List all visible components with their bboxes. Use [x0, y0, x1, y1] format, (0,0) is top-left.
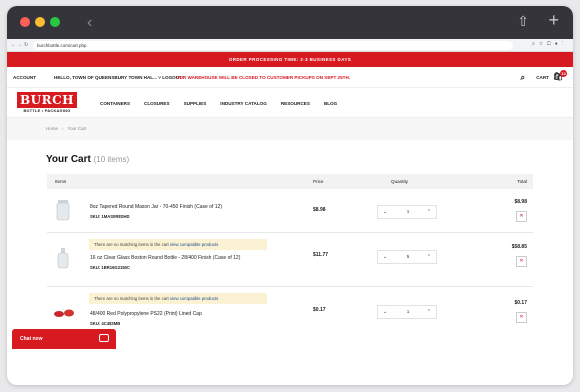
page-title: Your Cart (10 items)	[46, 154, 129, 165]
search-icon[interactable]: ⌕	[521, 73, 525, 83]
nav-menu: CONTAINERS CLOSURES SUPPLIES INDUSTRY CA…	[100, 101, 337, 106]
chevron-up-icon[interactable]: ⌃	[427, 209, 431, 215]
cart-table-header: Items Price Quantity Total	[47, 174, 533, 189]
nav-item-blog[interactable]: BLOG	[324, 101, 337, 106]
product-name[interactable]: 8oz Tapered Round Mason Jar - 70-450 Fin…	[90, 204, 222, 210]
breadcrumb-separator: ›	[62, 126, 64, 131]
back-arrow-icon[interactable]: ‹	[87, 14, 92, 32]
compatibility-notice: There are no matching items in the cart …	[89, 239, 267, 250]
browser-extension-icons[interactable]: ⌕☆▢●⋮	[532, 41, 567, 47]
cart-title-text: Your Cart	[46, 154, 91, 165]
cart-link[interactable]: CART	[536, 75, 549, 80]
product-sku: SKU: 4C483MB	[90, 321, 121, 326]
product-sku: SKU: 1MAS0R8SHD	[90, 214, 130, 219]
product-name[interactable]: 48/400 Red Polypropylene PS22 (Print) Li…	[90, 311, 202, 317]
maximize-window-button[interactable]	[50, 17, 60, 27]
product-name[interactable]: 16 oz Clear Glass Boston Round Bottle - …	[90, 255, 240, 261]
header-items: Items	[55, 179, 67, 184]
unit-price: $8.98	[313, 207, 326, 213]
nav-item-resources[interactable]: RESOURCES	[281, 101, 310, 106]
breadcrumb-home[interactable]: Home	[46, 126, 58, 131]
close-window-button[interactable]	[20, 17, 30, 27]
unit-price: $0.17	[313, 307, 326, 313]
line-total: $58.85	[511, 244, 527, 250]
user-greeting[interactable]: HELLO, TOWN OF QUEENSBURY TOWN HAL... ˅ …	[54, 75, 182, 80]
product-sku: SKU: 1BR16G2150C	[90, 265, 131, 270]
new-tab-icon[interactable]: +	[548, 10, 559, 31]
url-input[interactable]: burchbottle.com/cart.php	[33, 41, 513, 50]
header-quantity: Quantity	[391, 179, 409, 184]
cart-row: 8oz Tapered Round Mason Jar - 70-450 Fin…	[47, 189, 533, 233]
boston-round-bottle-thumbnail	[57, 248, 69, 269]
quantity-stepper[interactable]: ⌄ 5 ⌃	[377, 250, 437, 264]
nav-item-closures[interactable]: CLOSURES	[144, 101, 170, 106]
cart-count-badge: 10	[560, 70, 567, 77]
quantity-stepper[interactable]: ⌄ 1 ⌃	[377, 205, 437, 219]
warehouse-notice: OUR WAREHOUSE WILL BE CLOSED TO CUSTOMER…	[176, 75, 351, 80]
chat-now-button[interactable]: Chat now	[12, 329, 116, 349]
compatibility-notice: There are no matching items in the cart …	[89, 293, 267, 304]
minimize-window-button[interactable]	[35, 17, 45, 27]
quantity-stepper[interactable]: ⌄ 1 ⌃	[377, 305, 437, 319]
header-total: Total	[517, 179, 527, 184]
notice-text: There are no matching items in the cart	[94, 242, 169, 247]
chevron-up-icon[interactable]: ⌃	[427, 254, 431, 260]
nav-item-industry-catalog[interactable]: INDUSTRY CATALOG	[220, 101, 267, 106]
breadcrumb: Home › Your Cart	[7, 118, 573, 140]
logo-tagline: BOTTLE • PACKAGING	[23, 109, 71, 113]
mason-jar-thumbnail	[56, 200, 70, 221]
account-link[interactable]: ACCOUNT	[13, 75, 36, 80]
browser-window: ‹ ⇧ + ← → ↻ burchbottle.com/cart.php ⌕☆▢…	[7, 6, 573, 385]
cart-item-count: (10 items)	[93, 155, 130, 164]
nav-item-containers[interactable]: CONTAINERS	[100, 101, 130, 106]
cart-row: There are no matching items in the cart …	[47, 287, 533, 337]
remove-item-button[interactable]: ✕	[516, 211, 527, 222]
main-navigation: BURCH BOTTLE • PACKAGING CONTAINERS CLOS…	[7, 88, 573, 118]
breadcrumb-current: Your Cart	[67, 126, 87, 131]
view-compatible-products-link[interactable]: view compatible products	[170, 296, 218, 301]
back-icon[interactable]: ←	[11, 42, 16, 48]
logo-wordmark: BURCH	[17, 92, 77, 108]
notice-text: There are no matching items in the cart	[94, 296, 169, 301]
cart-row: There are no matching items in the cart …	[47, 233, 533, 287]
view-compatible-products-link[interactable]: view compatible products	[170, 242, 218, 247]
nav-item-supplies[interactable]: SUPPLIES	[184, 101, 207, 106]
unit-price: $11.77	[313, 252, 329, 258]
remove-item-button[interactable]: ✕	[516, 256, 527, 267]
line-total: $0.17	[514, 300, 527, 306]
share-icon[interactable]: ⇧	[517, 13, 529, 30]
remove-item-button[interactable]: ✕	[516, 312, 527, 323]
chat-label: Chat now	[20, 336, 43, 342]
header-price: Price	[313, 179, 324, 184]
site-logo[interactable]: BURCH BOTTLE • PACKAGING	[17, 92, 77, 113]
forward-icon[interactable]: →	[17, 42, 22, 48]
account-bar: ACCOUNT HELLO, TOWN OF QUEENSBURY TOWN H…	[7, 67, 573, 88]
chat-bubble-icon	[99, 334, 109, 342]
greeting-text: HELLO, TOWN OF QUEENSBURY TOWN HAL... ˅	[54, 75, 161, 80]
red-cap-thumbnail	[54, 309, 74, 317]
chevron-up-icon[interactable]: ⌃	[427, 309, 431, 315]
promo-banner: ORDER PROCESSING TIME: 2-3 BUSINESS DAYS	[7, 52, 573, 67]
reload-icon[interactable]: ↻	[24, 42, 28, 48]
window-titlebar: ‹ ⇧ +	[7, 6, 573, 39]
line-total: $8.98	[514, 199, 527, 205]
address-bar-row: ← → ↻ burchbottle.com/cart.php ⌕☆▢●⋮	[7, 39, 573, 52]
